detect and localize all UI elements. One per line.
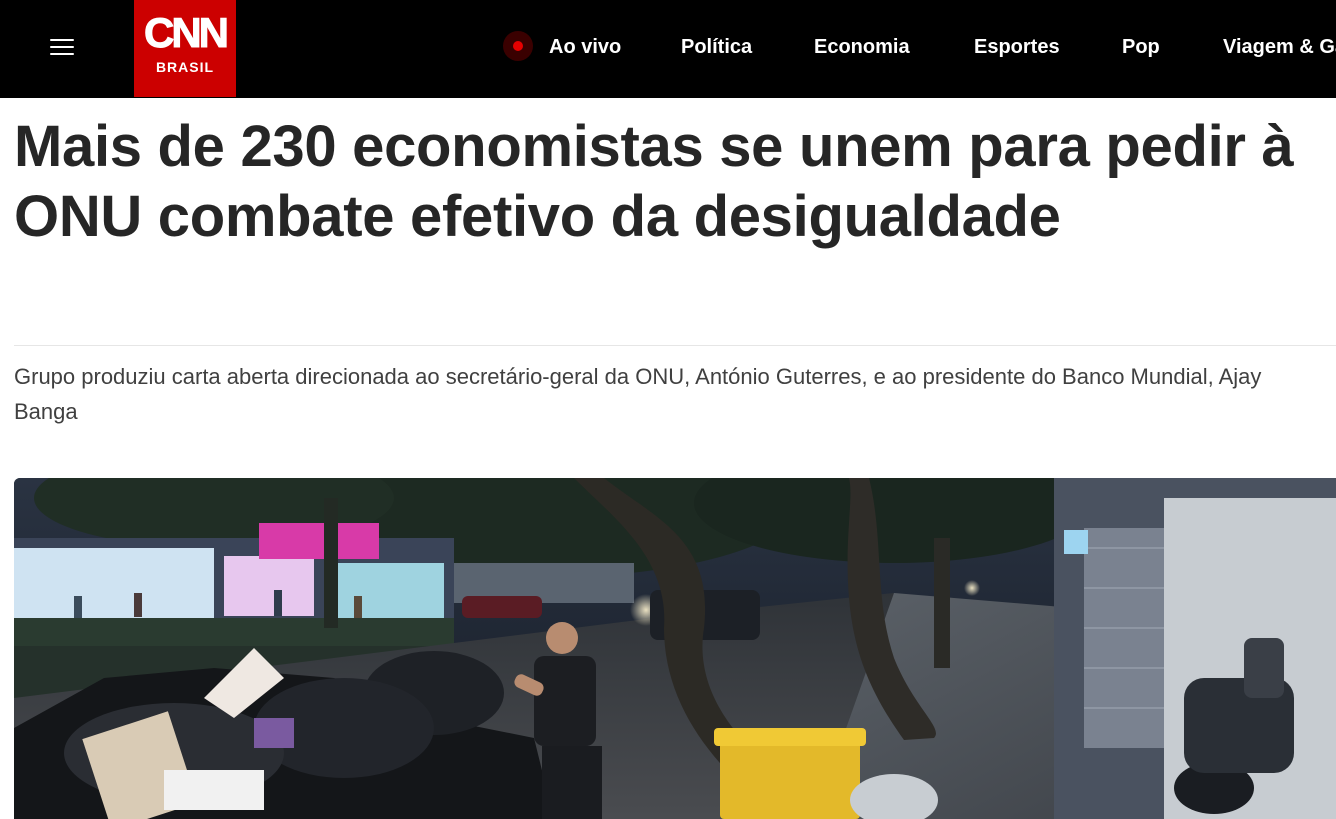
nav-item-ao-vivo[interactable]: Ao vivo <box>549 34 621 60</box>
nav-item-economia[interactable]: Economia <box>814 34 910 60</box>
article-headline: Mais de 230 economistas se unem para ped… <box>14 114 1294 249</box>
nav-item-viagem-gastronomia[interactable]: Viagem & Gastronomia <box>1223 34 1336 60</box>
nav-item-esportes[interactable]: Esportes <box>974 34 1060 60</box>
site-header: CNN BRASIL Ao vivo Política Economia Esp… <box>0 0 1336 98</box>
hero-photo[interactable] <box>14 478 1336 819</box>
nav-item-pop[interactable]: Pop <box>1122 34 1160 60</box>
nav-item-politica[interactable]: Política <box>681 34 752 60</box>
main-navigation: Ao vivo Política Economia Esportes Pop V… <box>0 0 1336 98</box>
headline-divider <box>14 345 1336 346</box>
live-record-dot-icon <box>503 31 533 61</box>
hero-photo-illustration <box>14 478 1336 819</box>
article-subheadline: Grupo produziu carta aberta direcionada … <box>14 364 1262 424</box>
